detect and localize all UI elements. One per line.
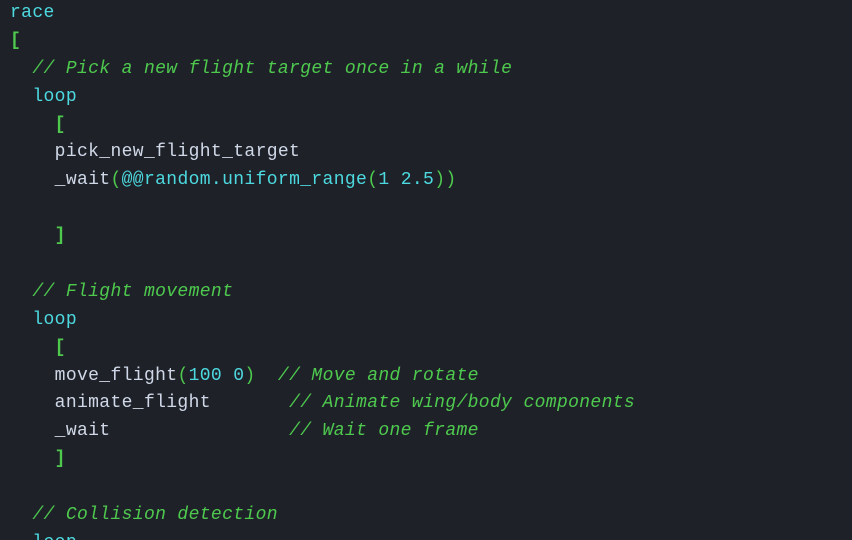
code-line (10, 251, 842, 279)
code-editor: race [ // Pick a new flight target once … (0, 0, 852, 540)
code-line: [ (10, 335, 842, 363)
code-line: loop (10, 530, 842, 540)
code-line: animate_flight // Animate wing/body comp… (10, 390, 842, 418)
code-line: // Flight movement (10, 279, 842, 307)
code-line: race (10, 0, 842, 28)
code-line: ] (10, 223, 842, 251)
code-line: move_flight(100 0) // Move and rotate (10, 363, 842, 391)
code-line: pick_new_flight_target (10, 139, 842, 167)
code-line: _wait(@@random.uniform_range(1 2.5)) (10, 167, 842, 195)
code-line: [ (10, 112, 842, 140)
code-line: ] (10, 446, 842, 474)
code-line: loop (10, 307, 842, 335)
code-line: // Pick a new flight target once in a wh… (10, 56, 842, 84)
code-line: loop (10, 84, 842, 112)
code-line (10, 195, 842, 223)
code-line: [ (10, 28, 842, 56)
code-line: // Collision detection (10, 502, 842, 530)
code-line (10, 474, 842, 502)
code-line: _wait // Wait one frame (10, 418, 842, 446)
